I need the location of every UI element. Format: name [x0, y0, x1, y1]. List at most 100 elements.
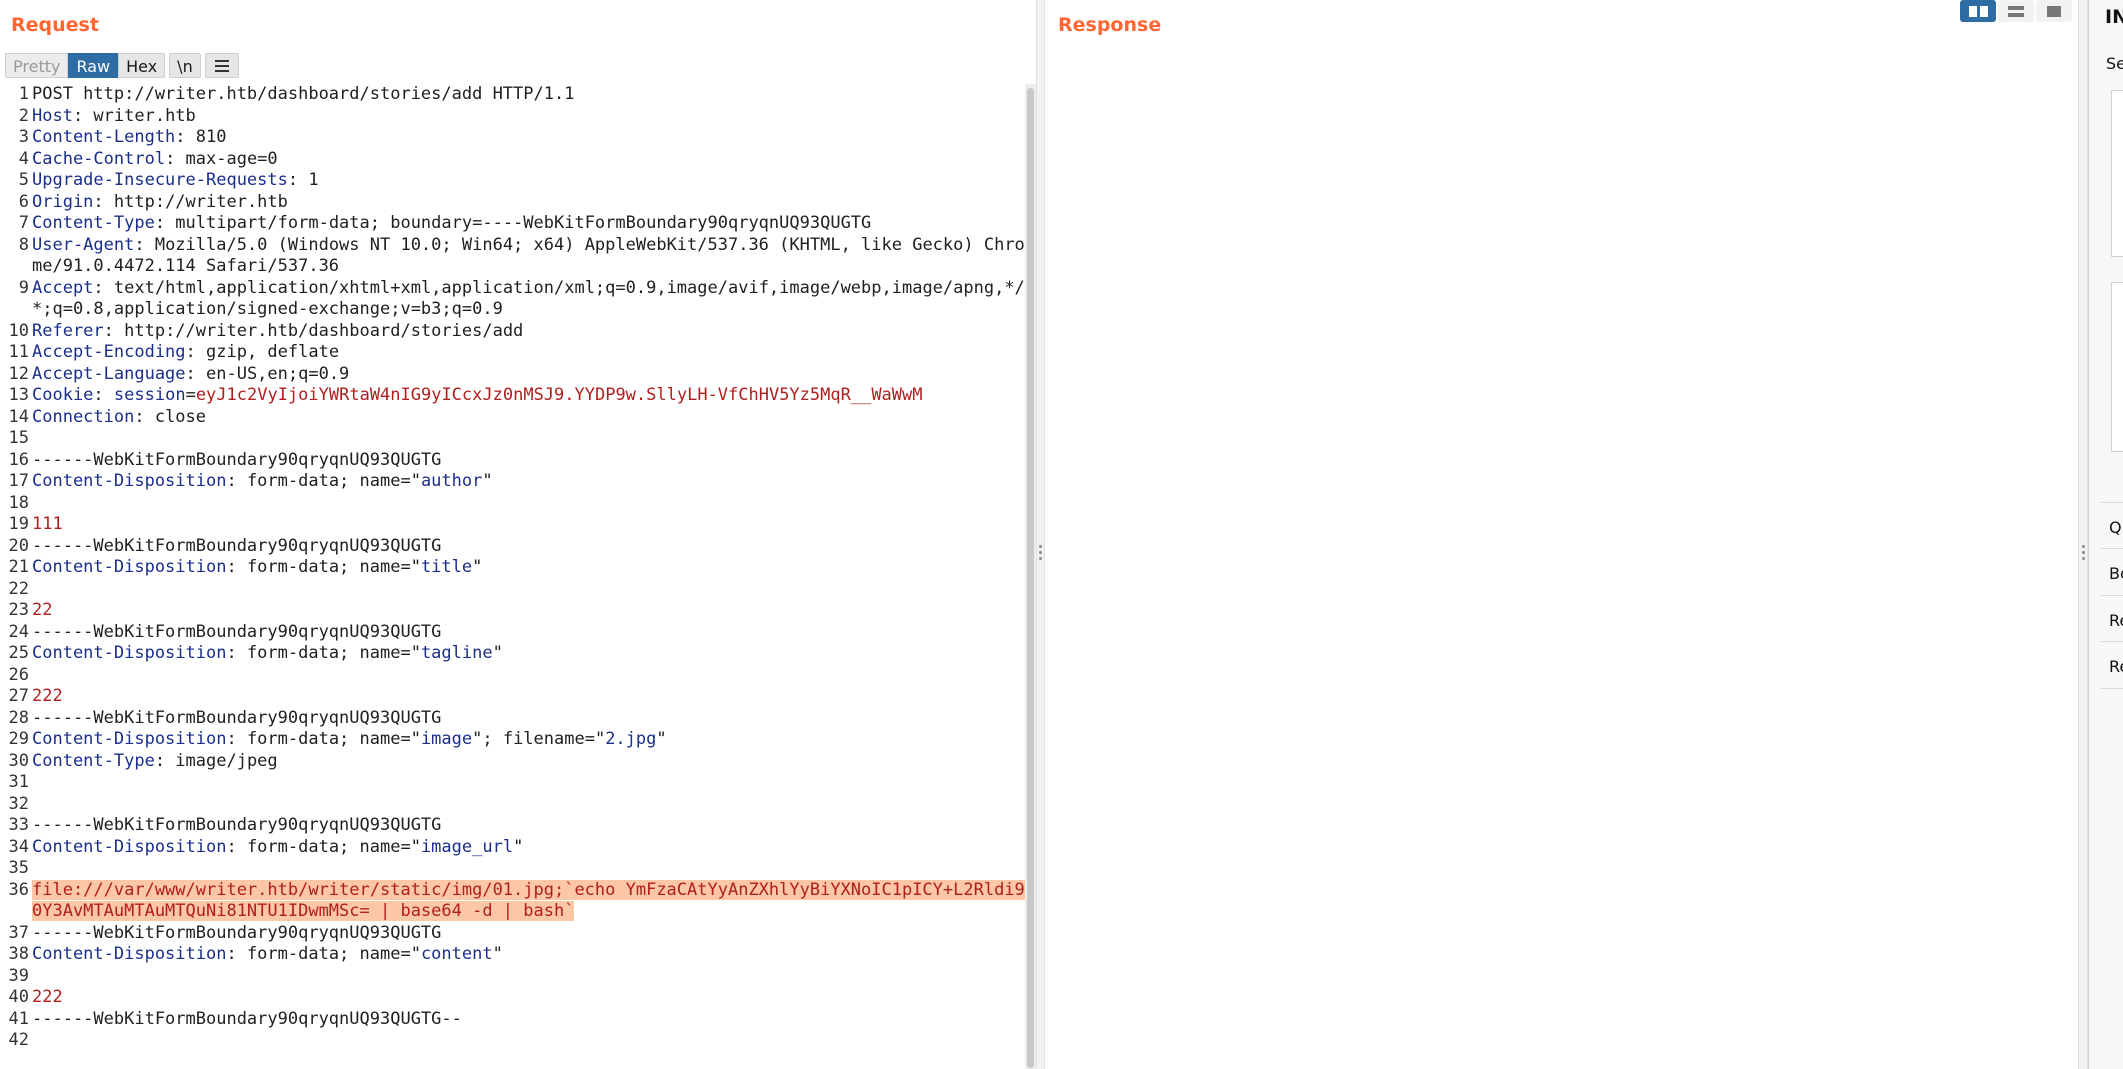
- code-line[interactable]: 5 Upgrade-Insecure-Requests: 1: [0, 170, 1025, 192]
- newline-toggle-button[interactable]: \n: [169, 53, 201, 78]
- header-name: image_url: [420, 836, 514, 857]
- line-segment: ------WebKitFormBoundary90qryqnUQ93QUGTG: [32, 922, 442, 943]
- code-line[interactable]: 6 Origin: http://writer.htb: [0, 192, 1025, 214]
- code-line[interactable]: 33 ------WebKitFormBoundary90qryqnUQ93QUG…: [0, 815, 1025, 837]
- header-name: Content-Length: [32, 127, 176, 147]
- line-number: 17: [8, 471, 29, 491]
- line-segment: : http://writer.htb/dashboard/stories/ad…: [103, 320, 524, 341]
- code-line[interactable]: 2 Host: writer.htb: [0, 106, 1025, 128]
- header-name: Content-Disposition: [32, 836, 227, 857]
- line-text: Accept: text/html,application/xhtml+xml,…: [31, 278, 1025, 321]
- code-line[interactable]: 29 Content-Disposition: form-data; name="…: [0, 729, 1025, 751]
- line-number: 34: [8, 836, 29, 857]
- request-toolbar: Pretty Raw Hex \n: [5, 53, 239, 78]
- value-text: 22: [32, 600, 53, 620]
- line-text: [31, 1030, 1025, 1052]
- raw-tab[interactable]: Raw: [68, 53, 119, 78]
- line-segment: : gzip, deflate: [185, 342, 340, 362]
- code-line[interactable]: 19 111: [0, 514, 1025, 536]
- code-line[interactable]: 39: [0, 966, 1025, 988]
- line-text: [31, 794, 1025, 816]
- menu-icon[interactable]: [204, 53, 239, 78]
- code-line[interactable]: 22: [0, 579, 1025, 601]
- line-text: Origin: http://writer.htb: [31, 192, 1025, 214]
- code-line[interactable]: 35: [0, 858, 1025, 880]
- value-text: file:///var/www/writer.htb/writer/static…: [32, 879, 1025, 921]
- code-line[interactable]: 15: [0, 428, 1025, 450]
- code-line[interactable]: 16 ------WebKitFormBoundary90qryqnUQ93QUG…: [0, 450, 1025, 472]
- code-line[interactable]: 7 Content-Type: multipart/form-data; boun…: [0, 213, 1025, 235]
- code-line[interactable]: 26: [0, 665, 1025, 687]
- header-name: Accept-Encoding: [32, 342, 186, 362]
- line-text: ------WebKitFormBoundary90qryqnUQ93QUGTG: [31, 622, 1025, 644]
- code-line[interactable]: 23 22: [0, 600, 1025, 622]
- line-text: Cookie: session=eyJ1c2VyIjoiYWRtaW4nIG9y…: [31, 385, 1025, 407]
- code-line[interactable]: 32: [0, 794, 1025, 816]
- code-line[interactable]: 37 ------WebKitFormBoundary90qryqnUQ93QUG…: [0, 923, 1025, 945]
- line-text: Accept-Encoding: gzip, deflate: [31, 342, 1025, 364]
- inspector-row-response[interactable]: Re: [2109, 657, 2123, 676]
- inspector-row-body[interactable]: Bo: [2109, 564, 2123, 583]
- hex-tab[interactable]: Hex: [118, 53, 166, 78]
- code-line[interactable]: 13 Cookie: session=eyJ1c2VyIjoiYWRtaW4nIG…: [0, 385, 1025, 407]
- rows-view-icon[interactable]: [1998, 0, 2034, 22]
- code-line[interactable]: 31: [0, 772, 1025, 794]
- line-number: 7: [18, 213, 29, 233]
- line-text: 222: [31, 987, 1025, 1009]
- request-scrollbar[interactable]: [1025, 84, 1036, 1069]
- code-line[interactable]: 30 Content-Type: image/jpeg: [0, 751, 1025, 773]
- inspector-panel: IN Se Q Bo Re Re: [2088, 0, 2123, 1069]
- pane-splitter[interactable]: [1036, 0, 1045, 1069]
- code-line[interactable]: 8 User-Agent: Mozilla/5.0 (Windows NT 10.…: [0, 235, 1025, 278]
- code-line[interactable]: 21 Content-Disposition: form-data; name="…: [0, 557, 1025, 579]
- code-line[interactable]: 36 file:///var/www/writer.htb/writer/stat…: [0, 879, 1025, 923]
- split-view-icon[interactable]: [1960, 0, 1996, 22]
- line-number: 14: [8, 406, 29, 427]
- header-name: Content-Disposition: [32, 471, 227, 491]
- code-line[interactable]: 34 Content-Disposition: form-data; name="…: [0, 837, 1025, 859]
- code-line[interactable]: 25 Content-Disposition: form-data; name="…: [0, 643, 1025, 665]
- inspector-divider: [2101, 595, 2123, 596]
- code-line[interactable]: 3 Content-Length: 810: [0, 127, 1025, 149]
- scrollbar-thumb[interactable]: [1027, 88, 1034, 1068]
- single-view-icon[interactable]: [2036, 0, 2072, 22]
- line-segment: ------WebKitFormBoundary90qryqnUQ93QUGTG…: [32, 1008, 462, 1029]
- header-name: Referer: [32, 320, 104, 341]
- line-segment: ": [492, 643, 503, 663]
- line-number: 39: [8, 965, 29, 986]
- request-title: Request: [11, 14, 99, 36]
- code-line[interactable]: 28 ------WebKitFormBoundary90qryqnUQ93QUG…: [0, 708, 1025, 730]
- code-line[interactable]: 4 Cache-Control: max-age=0: [0, 149, 1025, 171]
- request-editor[interactable]: 1 POST http://writer.htb/dashboard/storie…: [0, 84, 1025, 1069]
- header-name: Host: [32, 105, 73, 126]
- code-line[interactable]: 14 Connection: close: [0, 407, 1025, 429]
- pretty-tab[interactable]: Pretty: [5, 53, 69, 78]
- inspector-row-request[interactable]: Re: [2109, 611, 2123, 630]
- code-line[interactable]: 17 Content-Disposition: form-data; name="…: [0, 471, 1025, 493]
- code-line[interactable]: 9 Accept: text/html,application/xhtml+xml…: [0, 278, 1025, 321]
- line-segment: : writer.htb: [72, 105, 196, 126]
- code-line[interactable]: 20 ------WebKitFormBoundary90qryqnUQ93QUG…: [0, 536, 1025, 558]
- line-text: ------WebKitFormBoundary90qryqnUQ93QUGTG…: [31, 1009, 1025, 1031]
- code-line[interactable]: 24 ------WebKitFormBoundary90qryqnUQ93QUG…: [0, 622, 1025, 644]
- code-line[interactable]: 18: [0, 493, 1025, 515]
- code-line[interactable]: 27 222: [0, 686, 1025, 708]
- code-line[interactable]: 11 Accept-Encoding: gzip, deflate: [0, 342, 1025, 364]
- code-line[interactable]: 41 ------WebKitFormBoundary90qryqnUQ93QUG…: [0, 1009, 1025, 1031]
- header-name: Cache-Control: [32, 148, 166, 169]
- header-name: content: [420, 944, 493, 964]
- line-number: 16: [8, 449, 29, 470]
- code-line[interactable]: 40 222: [0, 987, 1025, 1009]
- line-text: Content-Disposition: form-data; name="ti…: [31, 557, 1025, 579]
- code-line[interactable]: 1 POST http://writer.htb/dashboard/storie…: [0, 84, 1025, 106]
- line-segment: : image/jpeg: [154, 750, 278, 771]
- inspector-row-query[interactable]: Q: [2109, 518, 2122, 537]
- line-text: ------WebKitFormBoundary90qryqnUQ93QUGTG: [31, 450, 1025, 472]
- code-line[interactable]: 12 Accept-Language: en-US,en;q=0.9: [0, 364, 1025, 386]
- line-number: 8: [18, 234, 29, 255]
- code-line[interactable]: 38 Content-Disposition: form-data; name="…: [0, 944, 1025, 966]
- inspector-splitter[interactable]: [2078, 0, 2088, 1069]
- code-line[interactable]: 42: [0, 1030, 1025, 1052]
- line-text: Content-Type: multipart/form-data; bound…: [31, 213, 1025, 235]
- code-line[interactable]: 10 Referer: http://writer.htb/dashboard/s…: [0, 321, 1025, 343]
